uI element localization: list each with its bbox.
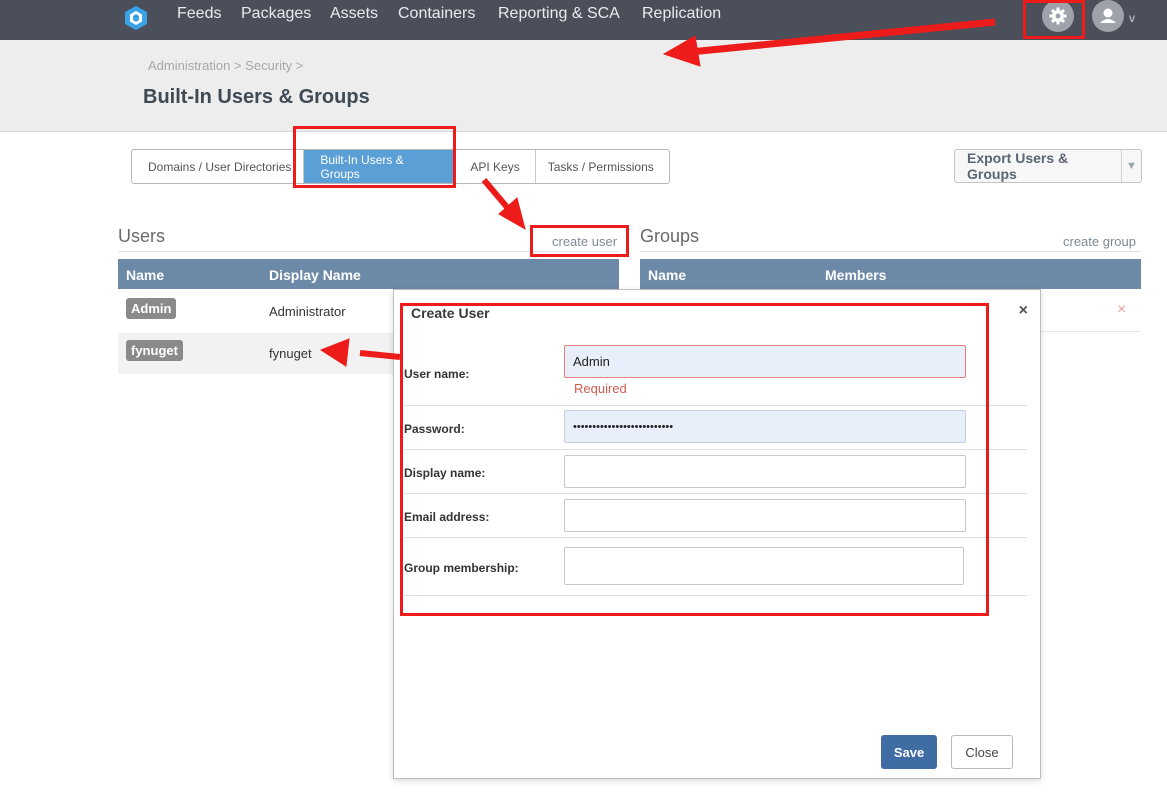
page-title: Built-In Users & Groups [143,86,370,108]
email-label: Email address: [404,510,490,524]
modal-title: Create User [411,305,490,321]
delete-icon[interactable]: × [1117,301,1126,319]
users-heading: Users [118,226,166,246]
user-display-name: fynuget [269,346,312,361]
email-input[interactable] [564,499,966,532]
export-users-groups-button[interactable]: Export Users & Groups ▼ [954,149,1142,183]
create-group-link[interactable]: create group [1063,234,1136,249]
user-name-badge[interactable]: fynuget [126,340,183,361]
username-row: User name: Required [404,338,1027,406]
arrow-head-create-user [498,197,526,231]
groups-table-header: Name Members [640,259,1141,289]
user-avatar-icon [1100,8,1116,23]
groups-heading: Groups [640,226,700,246]
col-group-name[interactable]: Name [648,267,686,283]
user-display-name: Administrator [269,304,346,319]
top-nav: Feeds Packages Assets Containers Reporti… [0,0,1167,40]
password-row: Password: [404,406,1027,450]
breadcrumb[interactable]: Administration > Security > [148,58,303,73]
username-error: Required [574,381,627,396]
security-tabs: Domains / User Directories Built-In User… [131,149,670,184]
password-input[interactable] [564,410,966,443]
users-divider [118,251,619,252]
create-user-modal: Create User × User name: Required Passwo… [393,289,1041,779]
group-membership-label: Group membership: [404,561,519,575]
create-user-link[interactable]: create user [552,234,617,249]
tab-api-keys[interactable]: API Keys [454,150,536,183]
chevron-down-icon[interactable]: v [1129,11,1135,25]
nav-feeds[interactable]: Feeds [177,5,221,23]
group-membership-input[interactable] [564,547,964,585]
app-logo-icon[interactable] [124,5,148,31]
username-label: User name: [404,367,470,381]
col-members[interactable]: Members [825,267,886,283]
nav-assets[interactable]: Assets [330,5,378,23]
col-display-name[interactable]: Display Name [269,267,361,283]
tab-built-in-users-groups[interactable]: Built-In Users & Groups [304,150,455,183]
username-input[interactable] [564,345,966,378]
export-label: Export Users & Groups [967,150,1069,182]
nav-packages[interactable]: Packages [241,5,311,23]
tab-tasks-permissions[interactable]: Tasks / Permissions [536,150,669,183]
caret-down-icon[interactable]: ▼ [1121,150,1141,182]
nav-reporting-sca[interactable]: Reporting & SCA [498,5,620,23]
email-row: Email address: [404,494,1027,538]
settings-button[interactable] [1042,0,1074,32]
nav-replication[interactable]: Replication [642,5,721,23]
display-name-label: Display name: [404,466,486,480]
group-membership-row: Group membership: [404,538,1027,596]
nav-containers[interactable]: Containers [398,5,475,23]
password-label: Password: [404,422,465,436]
gear-icon [1049,7,1067,25]
display-name-row: Display name: [404,450,1027,494]
save-button[interactable]: Save [881,735,937,769]
close-icon[interactable]: × [1019,302,1028,320]
display-name-input[interactable] [564,455,966,488]
user-name-badge[interactable]: Admin [126,298,177,319]
col-name[interactable]: Name [126,267,164,283]
user-menu-button[interactable] [1092,0,1124,32]
groups-divider [640,251,1141,252]
close-button[interactable]: Close [951,735,1013,769]
tab-domains[interactable]: Domains / User Directories [132,150,305,183]
arrow-line-create-user [481,178,515,215]
users-table-header: Name Display Name [118,259,619,289]
